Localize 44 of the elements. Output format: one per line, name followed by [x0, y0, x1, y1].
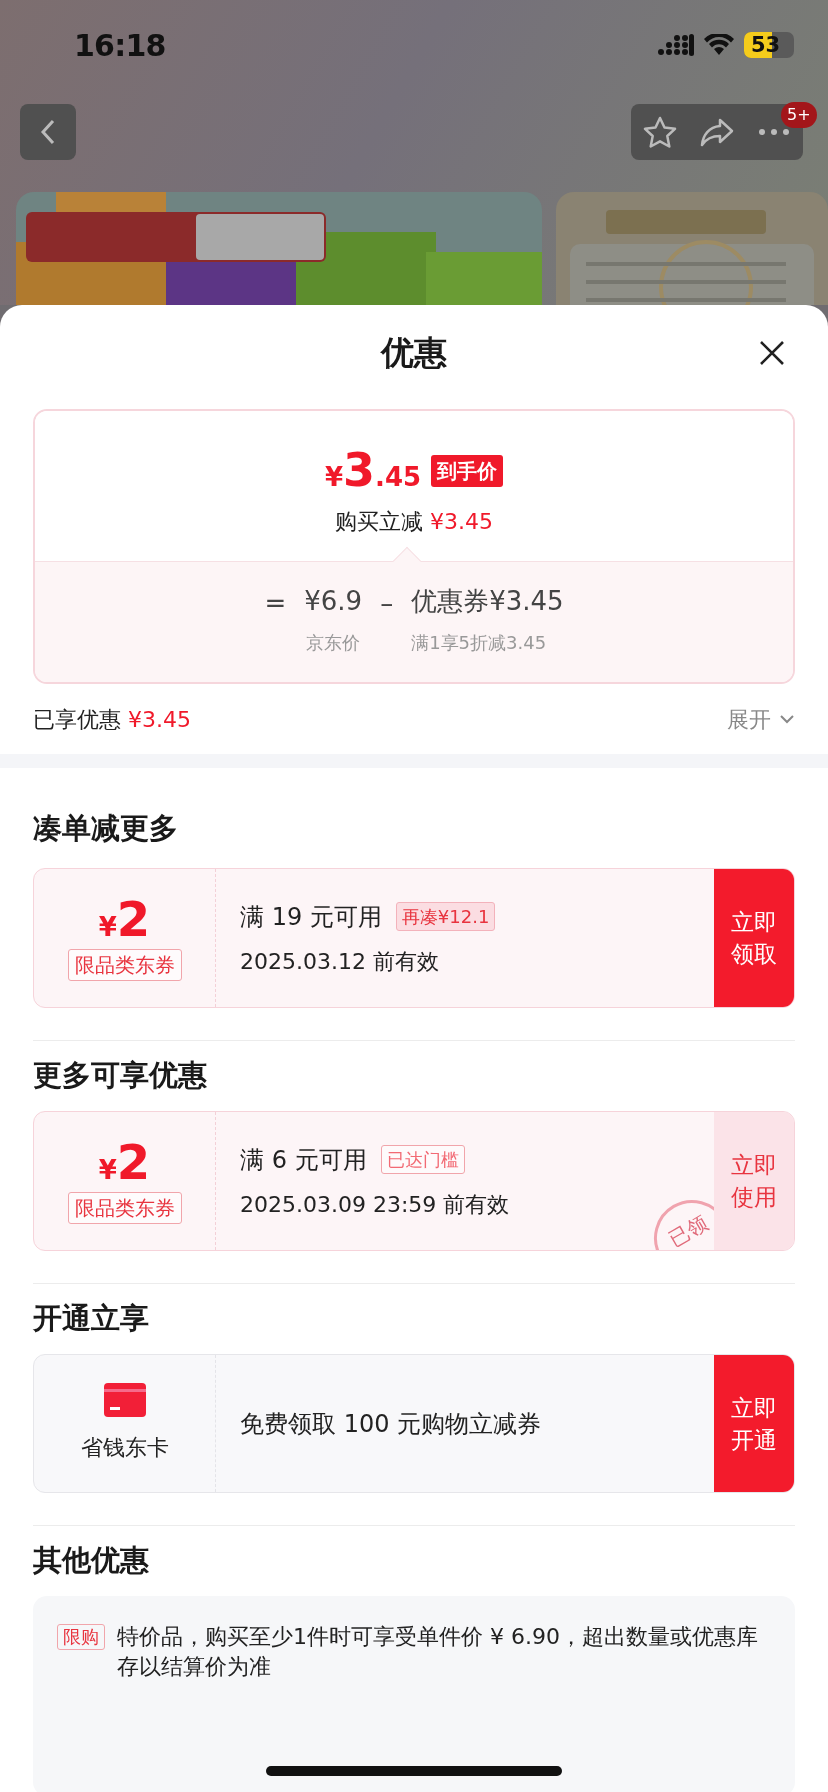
section-title: 凑单减更多: [33, 809, 178, 847]
base-price: ¥6.9: [304, 585, 363, 618]
coupon-action-button[interactable]: 立即使用: [714, 1112, 794, 1250]
section-title: 开通立享: [33, 1299, 149, 1337]
share-icon: [699, 117, 734, 147]
section-title: 更多可享优惠: [33, 1056, 207, 1094]
chevron-down-icon: [779, 714, 795, 724]
more-icon: [758, 129, 789, 135]
coupon-type-tag: 限品类东券: [67, 1192, 182, 1224]
minus-sign: –: [380, 587, 394, 620]
coupon-validity: 2025.03.09 23:59 前有效: [240, 1190, 511, 1219]
coupon-status-tag: 再凑¥12.1: [395, 902, 496, 931]
star-icon: [642, 116, 677, 148]
equals-sign: =: [264, 587, 287, 620]
membership-action-button[interactable]: 立即开通: [714, 1355, 794, 1492]
coupon-amount: ¥2: [98, 895, 151, 943]
final-price: ¥3.45: [324, 447, 422, 493]
back-button[interactable]: [20, 104, 76, 160]
enjoyed-discount: 已享优惠 ¥3.45: [33, 705, 191, 734]
coupon-action-button[interactable]: 立即领取: [714, 869, 794, 1007]
signal-icon: [658, 34, 694, 56]
close-icon: [759, 340, 785, 366]
wifi-icon: [704, 34, 734, 56]
coupon-caption: 满1享5折减3.45: [411, 631, 547, 655]
coupon-discount: 优惠券¥3.45: [411, 585, 564, 618]
price-tag: 到手价: [431, 455, 504, 487]
coupon-condition: 满 6 元可用: [240, 1144, 367, 1176]
coupon-validity: 2025.03.12 前有效: [240, 947, 440, 976]
saving-text: 购买立减 ¥3.45: [335, 508, 493, 536]
coupon-type-tag: 限品类东券: [67, 949, 182, 981]
section-title: 其他优惠: [33, 1541, 149, 1579]
coupon-status-tag: 已达门槛: [380, 1145, 465, 1174]
membership-offer: 免费领取 100 元购物立减券: [240, 1408, 542, 1440]
status-time: 16:18: [74, 26, 166, 65]
coupon-condition: 满 19 元可用: [240, 901, 382, 933]
card-name: 省钱东卡: [80, 1434, 169, 1462]
offer-description: 特价品，购买至少1件时可享受单件价 ¥ 6.90，超出数量或优惠库存以结算价为准: [117, 1623, 759, 1681]
sheet-title: 优惠: [381, 332, 447, 375]
expand-button[interactable]: 展开: [727, 702, 795, 736]
card-icon: [103, 1383, 146, 1417]
coupon-amount: ¥2: [98, 1138, 151, 1186]
limit-tag: 限购: [57, 1624, 105, 1650]
base-price-caption: 京东价: [306, 631, 361, 655]
notification-badge: 5+: [781, 102, 817, 128]
